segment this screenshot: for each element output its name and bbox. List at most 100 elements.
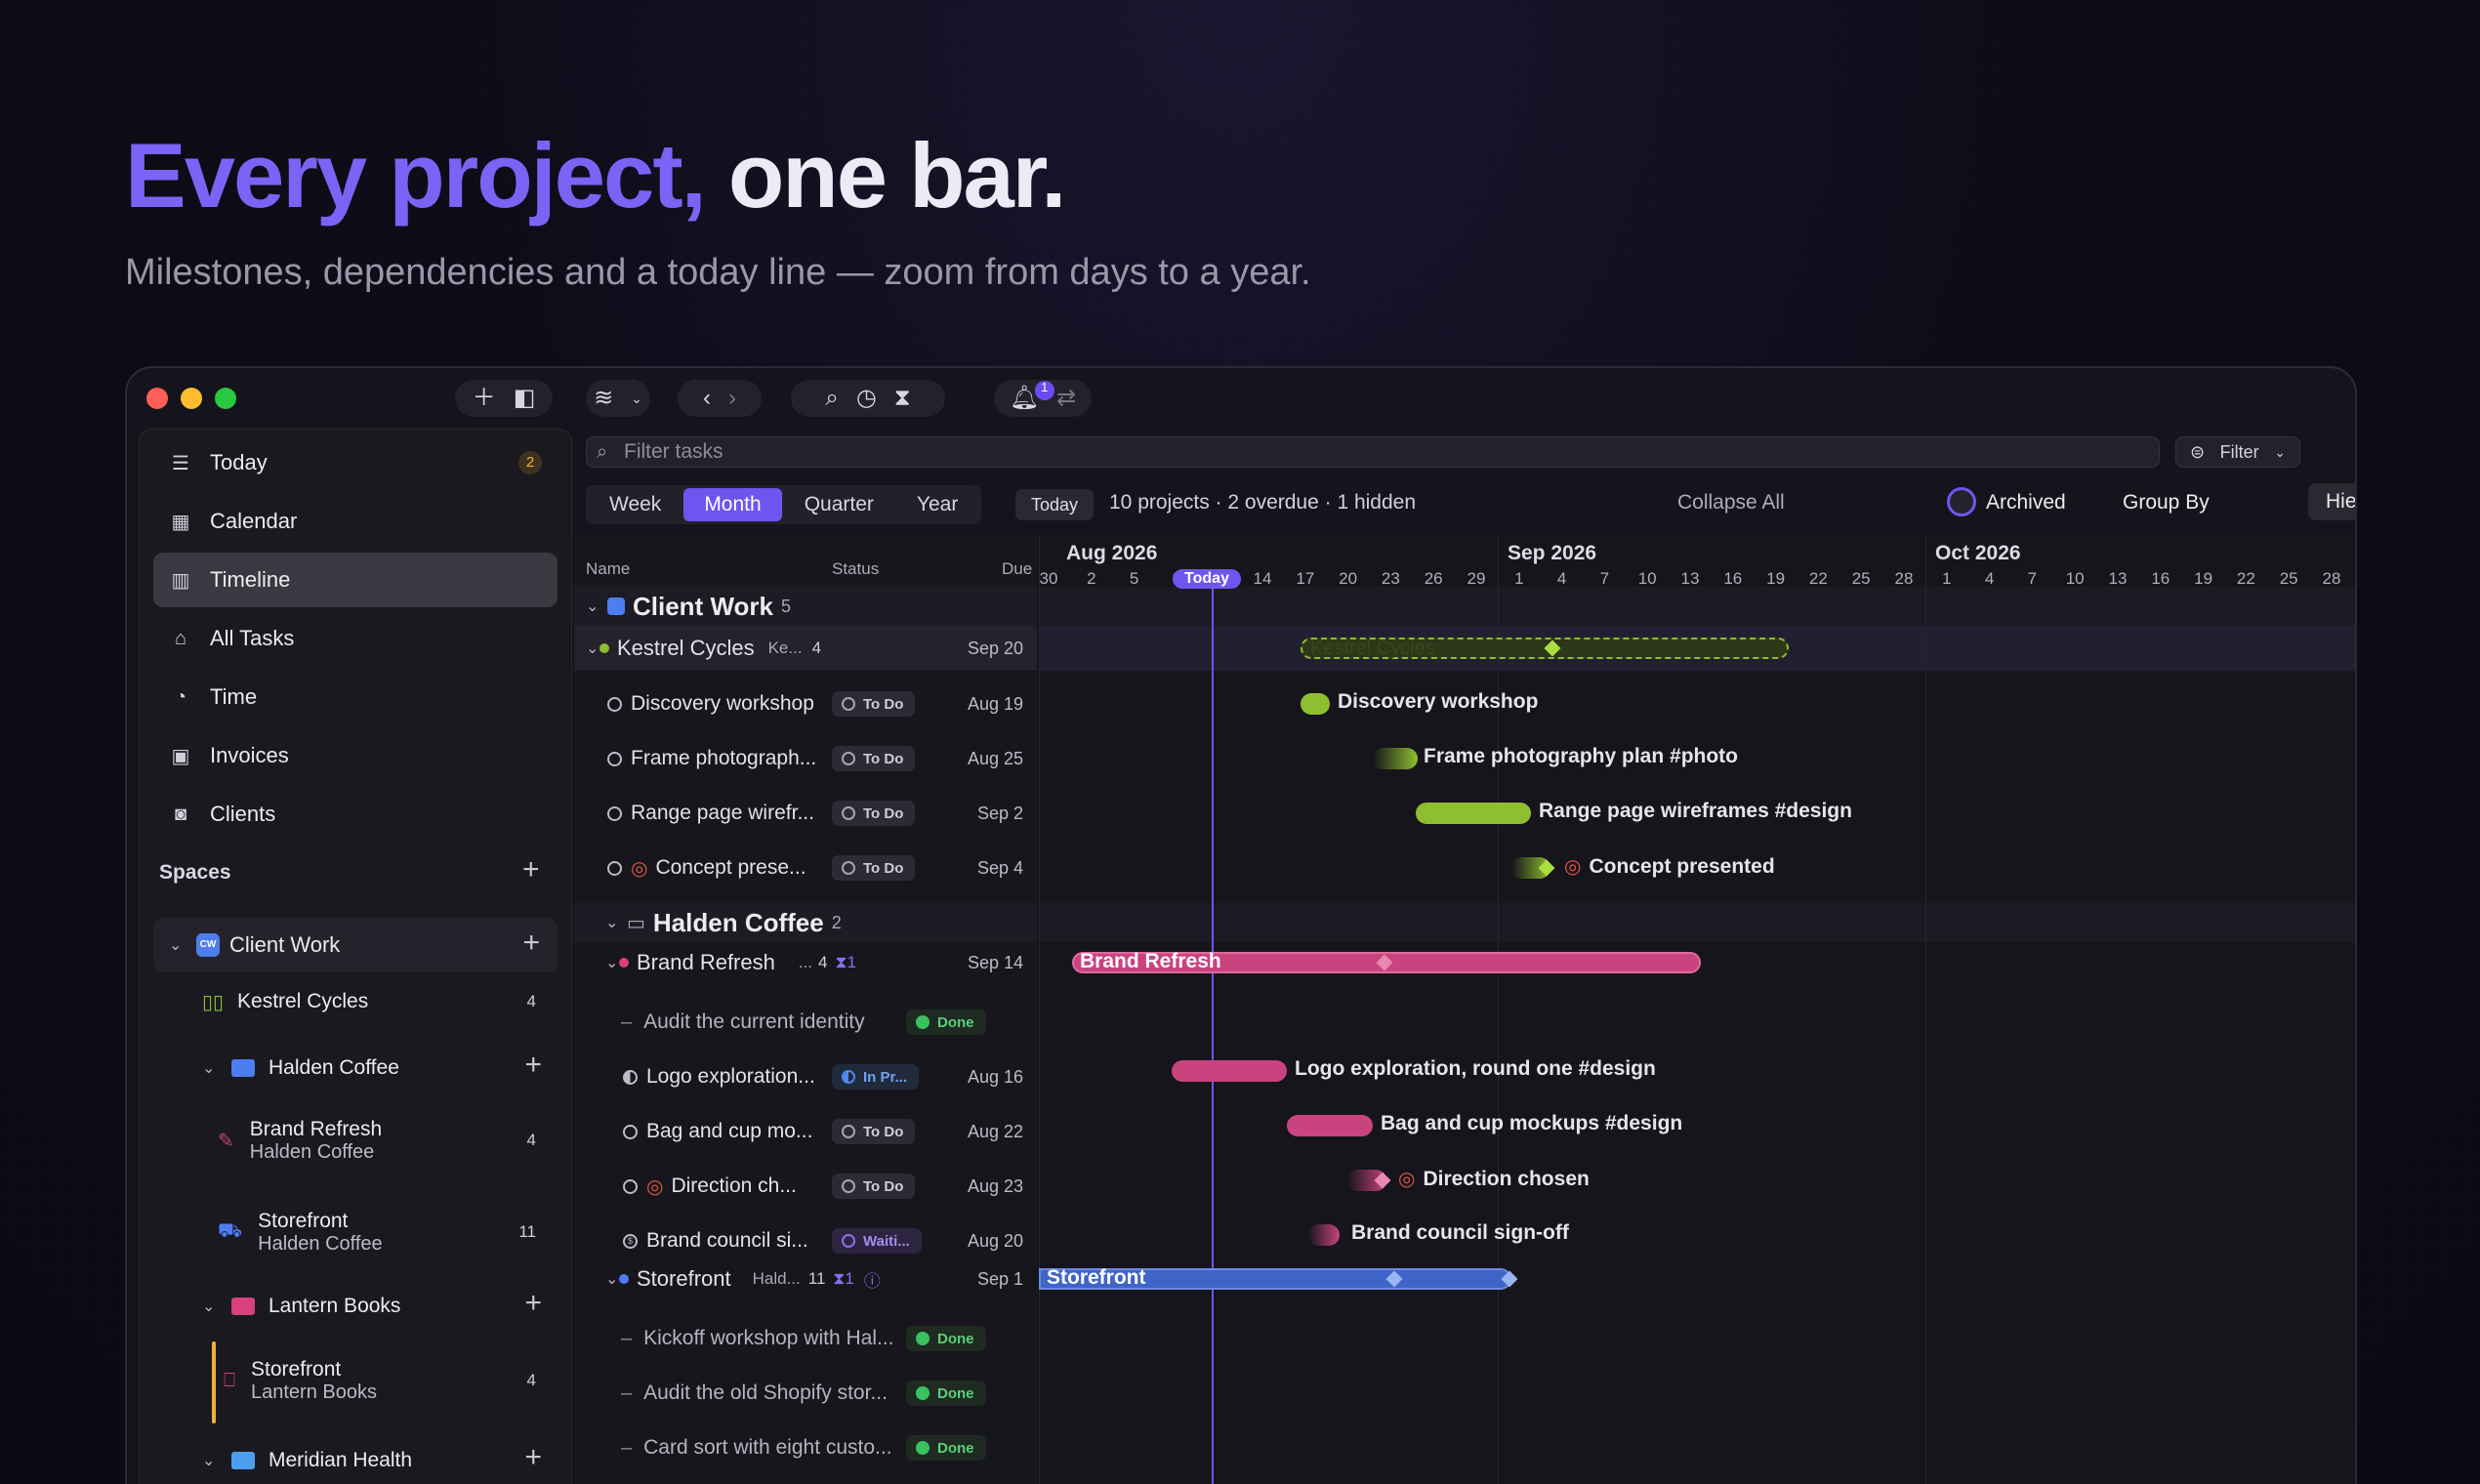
- close-window-button[interactable]: [146, 388, 168, 409]
- group-row-halden-coffee[interactable]: ⌄ ▭ Halden Coffee 2: [574, 903, 1037, 942]
- space-item-storefront-lantern[interactable]: ⎕ Storefront Lantern Books 4: [224, 1353, 563, 1408]
- task-bar-bag[interactable]: [1287, 1115, 1373, 1136]
- space-item-kestrel-cycles[interactable]: ▯▯ Kestrel Cycles 4: [202, 982, 563, 1021]
- task-name: Logo exploration...: [646, 1065, 815, 1088]
- task-row[interactable]: – Audit the old Shopify stor... Done: [574, 1366, 1037, 1421]
- view-month-tab[interactable]: Month: [683, 488, 782, 521]
- status-badge[interactable]: To Do: [832, 691, 916, 717]
- search-icon[interactable]: ⌕: [825, 387, 838, 410]
- day-tick-label: 1: [1942, 569, 1952, 588]
- sync-icon[interactable]: ⇄: [1056, 387, 1076, 410]
- status-badge[interactable]: Waiti...: [832, 1228, 922, 1254]
- task-row[interactable]: Frame photograph... To Do Aug 25: [574, 731, 1037, 786]
- sidebar-item-calendar[interactable]: ▦ Calendar: [153, 494, 558, 549]
- sidebar-toggle-icon[interactable]: ◧: [514, 387, 536, 410]
- task-bar-range[interactable]: [1416, 803, 1531, 824]
- task-bar-council[interactable]: [1308, 1224, 1340, 1246]
- group-row-client-work[interactable]: ⌄ Client Work 5: [574, 587, 1037, 626]
- folder-icon: [231, 1059, 255, 1077]
- task-checkbox[interactable]: [623, 1124, 638, 1139]
- sidebar-item-clients[interactable]: ◙ Clients: [153, 787, 558, 842]
- minimize-window-button[interactable]: [181, 388, 202, 409]
- add-to-lantern-plus-icon[interactable]: +: [524, 1289, 542, 1318]
- sidebar-item-time[interactable]: ◔ Time: [153, 670, 558, 724]
- status-badge[interactable]: To Do: [832, 1119, 916, 1144]
- task-checkbox[interactable]: [607, 860, 622, 876]
- task-checkbox[interactable]: [607, 805, 622, 821]
- view-year-tab[interactable]: Year: [896, 488, 978, 521]
- view-quarter-tab[interactable]: Quarter: [784, 488, 894, 521]
- day-tick-label: 2: [1087, 569, 1096, 588]
- status-badge[interactable]: Done: [906, 1435, 986, 1461]
- space-item-meridian-health[interactable]: ⌄ Meridian Health +: [202, 1441, 563, 1480]
- status-label: Done: [937, 1439, 974, 1457]
- half-circle-icon[interactable]: [623, 1069, 638, 1085]
- status-badge[interactable]: In Pr...: [832, 1064, 920, 1090]
- group-by-select[interactable]: Hierarchy ⇕: [2308, 483, 2355, 520]
- add-to-meridian-plus-icon[interactable]: +: [524, 1443, 542, 1472]
- status-badge[interactable]: To Do: [832, 855, 916, 881]
- layers-menu-button[interactable]: ≋ ⌄: [586, 380, 650, 417]
- project-row-kestrel[interactable]: ⌄ Kestrel Cycles Ke... 4 Sep 20: [574, 626, 1037, 671]
- filter-tasks-input[interactable]: ⌕ Filter tasks: [586, 436, 2160, 468]
- timer-hourglass-icon[interactable]: ⧗: [894, 387, 911, 410]
- task-checkbox[interactable]: [607, 696, 622, 712]
- waiting-circle-icon[interactable]: $: [623, 1233, 638, 1249]
- task-bar-logo[interactable]: [1172, 1060, 1287, 1082]
- month-divider: [1925, 536, 1926, 1484]
- forward-arrow-icon[interactable]: ›: [728, 387, 736, 410]
- add-space-plus-icon[interactable]: +: [522, 855, 540, 885]
- space-item-lantern-books[interactable]: ⌄ Lantern Books +: [202, 1287, 563, 1326]
- task-checkbox[interactable]: [623, 1178, 638, 1194]
- sidebar: ☰ Today 2 ▦ Calendar ▥ Timeline ⌂ All Ta…: [139, 429, 572, 1484]
- info-icon: ⓘ: [863, 1271, 881, 1291]
- new-task-plus-icon[interactable]: ＋: [473, 387, 496, 410]
- task-cell: – Card sort with eight custo...: [621, 1421, 892, 1475]
- add-to-client-work-plus-icon[interactable]: +: [522, 928, 540, 958]
- sidebar-item-invoices[interactable]: ▣ Invoices: [153, 728, 558, 783]
- sidebar-item-timeline[interactable]: ▥ Timeline: [153, 553, 558, 607]
- space-client-work[interactable]: ⌄ CW Client Work +: [153, 918, 558, 972]
- task-row[interactable]: Range page wirefr... To Do Sep 2: [574, 786, 1037, 841]
- sidebar-item-all-tasks[interactable]: ⌂ All Tasks: [153, 611, 558, 666]
- status-badge[interactable]: To Do: [832, 1174, 916, 1199]
- task-bar-discovery[interactable]: [1301, 693, 1330, 715]
- history-clock-icon[interactable]: ◷: [856, 387, 877, 410]
- task-row[interactable]: ◎ Direction ch... To Do Aug 23: [574, 1159, 1037, 1214]
- task-name: Frame photograph...: [631, 747, 817, 769]
- sidebar-item-today[interactable]: ☰ Today 2: [153, 435, 558, 490]
- status-circle-icon: [842, 806, 855, 820]
- space-item-brand-refresh[interactable]: ✎ Brand Refresh Halden Coffee 4: [218, 1113, 563, 1168]
- task-row[interactable]: – Kickoff workshop with Hal... Done: [574, 1311, 1037, 1366]
- view-week-tab[interactable]: Week: [589, 488, 682, 521]
- back-arrow-icon[interactable]: ‹: [703, 387, 711, 410]
- status-badge[interactable]: Done: [906, 1381, 986, 1406]
- zoom-window-button[interactable]: [215, 388, 236, 409]
- project-row-storefront[interactable]: ⌄ Storefront Hald... 11 ⧗ 1 ⓘ Sep 1: [574, 1257, 1037, 1301]
- add-to-halden-plus-icon[interactable]: +: [524, 1051, 542, 1080]
- task-row[interactable]: Logo exploration... In Pr... Aug 16: [574, 1050, 1037, 1104]
- collapse-all-button[interactable]: Collapse All: [1677, 491, 1785, 515]
- status-badge[interactable]: To Do: [832, 746, 916, 771]
- chevron-down-icon: ⌄: [2274, 443, 2286, 460]
- task-row[interactable]: ◎ Concept prese... To Do Sep 4: [574, 841, 1037, 895]
- task-row[interactable]: – Card sort with eight custo... Done: [574, 1421, 1037, 1475]
- project-row-brand-refresh[interactable]: ⌄ Brand Refresh ... 4 ⧗ 1 Sep 14: [574, 940, 1037, 985]
- task-row[interactable]: Bag and cup mo... To Do Aug 22: [574, 1104, 1037, 1159]
- group-cell: ⌄ Client Work 5: [586, 587, 791, 626]
- task-row[interactable]: Discovery workshop To Do Aug 19: [574, 677, 1037, 731]
- day-tick-label: 5: [1129, 569, 1139, 588]
- status-badge[interactable]: Done: [906, 1010, 986, 1035]
- status-badge[interactable]: Done: [906, 1326, 986, 1351]
- status-badge[interactable]: To Do: [832, 801, 916, 826]
- space-item-storefront-halden[interactable]: ⛟ Storefront Halden Coffee 11: [218, 1205, 563, 1259]
- archived-toggle[interactable]: [1947, 487, 1976, 516]
- today-marker[interactable]: Today: [1173, 569, 1241, 589]
- task-row[interactable]: – Audit the current identity Done: [574, 995, 1037, 1050]
- bell-icon[interactable]: 🔔︎ 1: [1010, 381, 1054, 410]
- task-checkbox[interactable]: [607, 751, 622, 766]
- today-button[interactable]: Today: [1015, 489, 1095, 520]
- filter-button[interactable]: ⊜ Filter ⌄: [2175, 436, 2300, 468]
- task-bar-frame[interactable]: [1373, 748, 1418, 769]
- space-item-halden-coffee[interactable]: ⌄ Halden Coffee +: [202, 1049, 563, 1088]
